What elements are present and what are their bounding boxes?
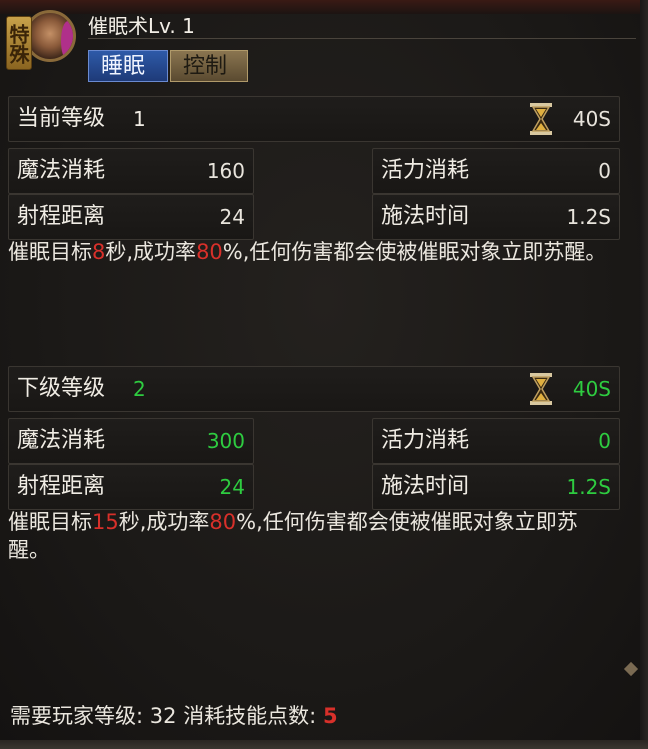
current-level-row: 当前等级 1 40S — [8, 96, 620, 142]
skill-title: 催眠术Lv. 1 — [88, 14, 195, 38]
stat-value: 0 — [598, 159, 611, 183]
current-description: 催眠目标8秒,成功率80%,任何伤害都会使被催眠对象立即苏醒。 — [8, 240, 607, 264]
next-mana-row: 魔法消耗 300 — [8, 418, 254, 464]
current-mana-row: 魔法消耗 160 — [8, 148, 254, 194]
next-level-label: 下级等级 — [17, 376, 106, 401]
skill-icon: 特殊 — [2, 6, 76, 72]
special-badge: 特殊 — [6, 16, 32, 70]
current-level-label: 当前等级 — [17, 106, 106, 131]
title-divider — [88, 38, 636, 39]
hourglass-icon — [530, 103, 552, 135]
stat-value: 1.2S — [566, 205, 611, 229]
corner-ornament — [623, 661, 639, 677]
stat-label: 魔法消耗 — [17, 428, 106, 453]
stat-value: 160 — [206, 159, 245, 183]
stat-label: 射程距离 — [17, 474, 106, 499]
next-casttime-row: 施法时间 1.2S — [372, 464, 620, 510]
stat-label: 施法时间 — [381, 474, 470, 499]
stat-value: 300 — [206, 429, 245, 453]
current-level-value: 1 — [133, 107, 146, 131]
stat-value: 24 — [219, 475, 245, 499]
stat-label: 活力消耗 — [381, 428, 470, 453]
next-level-value: 2 — [133, 377, 146, 401]
skill-tooltip: 特殊 催眠术Lv. 1 睡眠 控制 当前等级 1 40S 魔法消耗 160 活力… — [0, 0, 648, 749]
stat-value: 24 — [219, 205, 245, 229]
stat-value: 1.2S — [566, 475, 611, 499]
current-casttime-row: 施法时间 1.2S — [372, 194, 620, 240]
hourglass-icon — [530, 373, 552, 405]
next-cooldown-value: 40S — [572, 377, 611, 401]
right-border — [640, 0, 648, 749]
stat-label: 魔法消耗 — [17, 158, 106, 183]
current-vigor-row: 活力消耗 0 — [372, 148, 620, 194]
stat-value: 0 — [598, 429, 611, 453]
bottom-border — [0, 740, 648, 749]
next-range-row: 射程距离 24 — [8, 464, 254, 510]
stat-label: 施法时间 — [381, 204, 470, 229]
tag-sleep: 睡眠 — [88, 50, 168, 82]
current-range-row: 射程距离 24 — [8, 194, 254, 240]
next-level-row: 下级等级 2 40S — [8, 366, 620, 412]
stat-label: 活力消耗 — [381, 158, 470, 183]
tag-control: 控制 — [170, 50, 248, 82]
current-cooldown-value: 40S — [572, 107, 611, 131]
next-vigor-row: 活力消耗 0 — [372, 418, 620, 464]
stat-label: 射程距离 — [17, 204, 106, 229]
requirements: 需要玩家等级: 32 消耗技能点数: 5 — [10, 704, 338, 728]
next-description: 催眠目标15秒,成功率80%,任何伤害都会使被催眠对象立即苏醒。 — [8, 510, 578, 562]
